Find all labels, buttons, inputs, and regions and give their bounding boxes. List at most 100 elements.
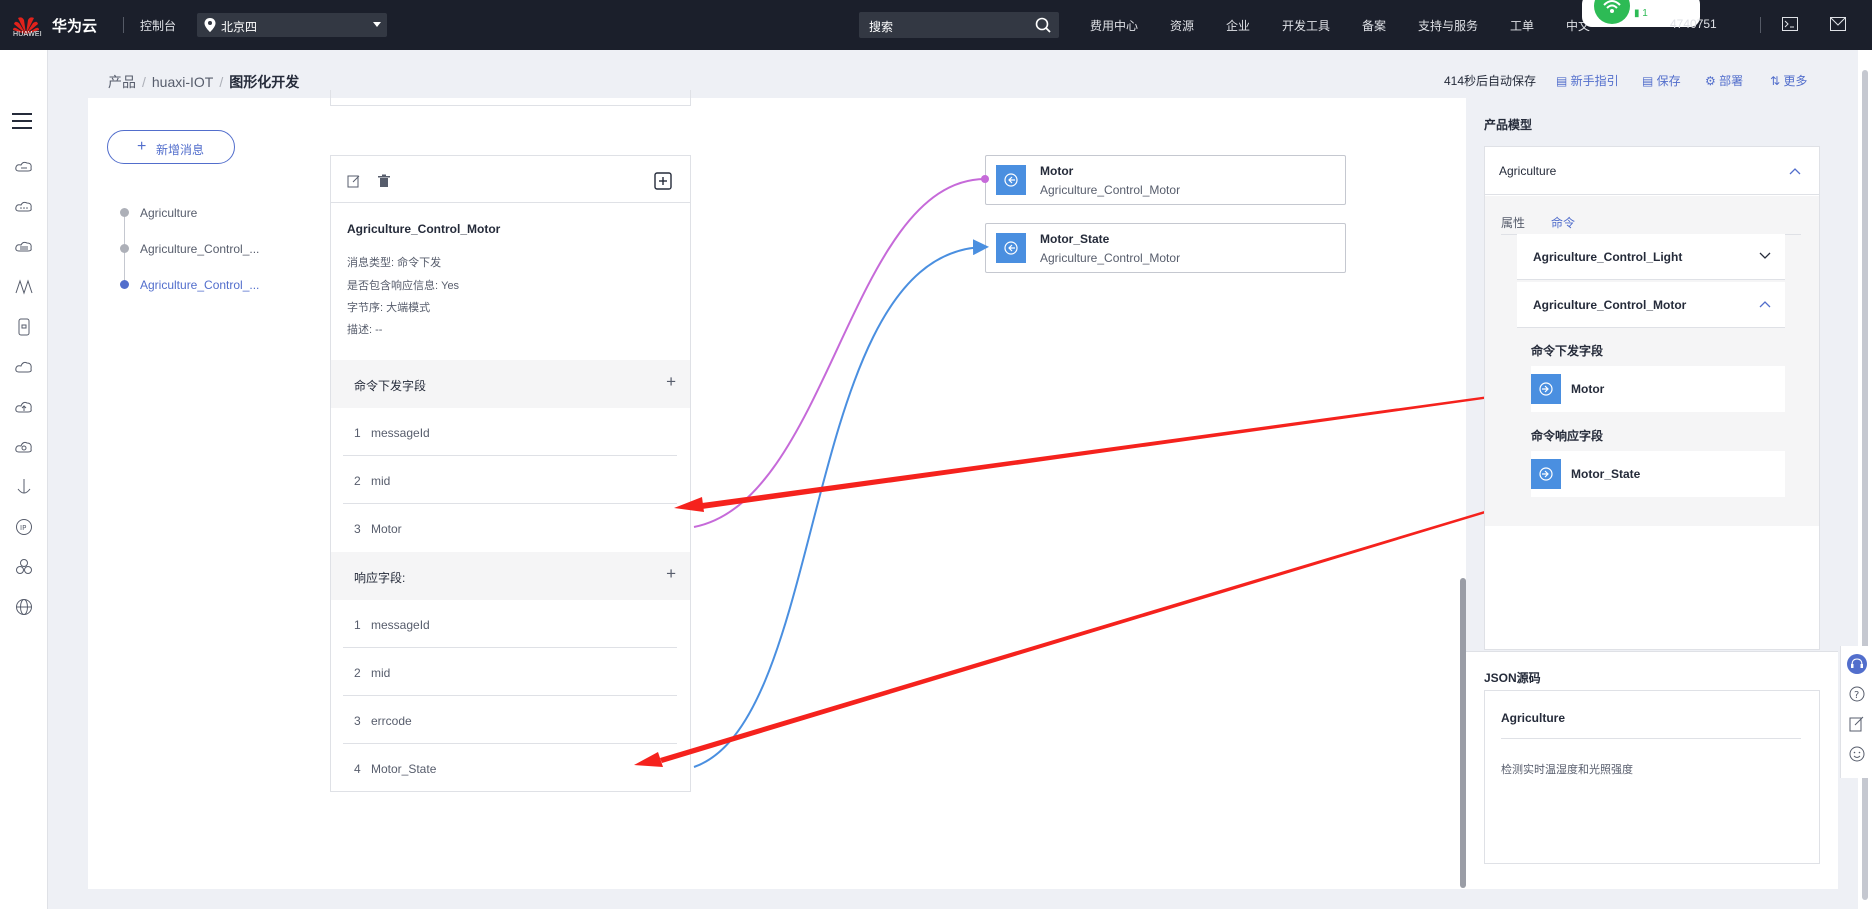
mail-icon[interactable]	[1830, 17, 1846, 31]
anchor-icon[interactable]	[14, 477, 34, 497]
tree-node-dot	[120, 208, 129, 217]
svg-text:?: ?	[1854, 690, 1859, 701]
previous-message-card	[330, 90, 691, 106]
product-model-panel: Agriculture 属性 命令 Agriculture_Control_Li…	[1484, 146, 1820, 650]
nav-enterprise[interactable]: 企业	[1226, 17, 1250, 34]
breadcrumb-current: 图形化开发	[229, 74, 300, 90]
nav-resources[interactable]: 资源	[1170, 17, 1194, 34]
field-link-icon	[1531, 374, 1561, 404]
cloud-server-icon[interactable]	[14, 157, 34, 177]
response-field-row[interactable]: 4 Motor_State	[343, 744, 677, 792]
divider	[1760, 17, 1761, 33]
chevron-down-icon	[373, 22, 381, 27]
message-type: 消息类型: 命令下发	[347, 257, 442, 269]
menu-icon[interactable]	[12, 113, 32, 129]
graphic-dev-canvas	[88, 98, 1466, 889]
cloud-sync-icon[interactable]	[14, 437, 34, 457]
command-field-row[interactable]: 1 messageId	[343, 408, 677, 456]
nav-billing[interactable]: 费用中心	[1090, 17, 1138, 34]
cluster-icon[interactable]	[14, 557, 34, 577]
svg-text:IP: IP	[20, 524, 26, 532]
account-id[interactable]: 4740751	[1670, 17, 1717, 31]
has-response: 是否包含响应信息: Yes	[347, 280, 460, 292]
floating-help-toolbar: ?	[1840, 646, 1872, 778]
description: 描述: --	[347, 324, 383, 336]
feedback-icon[interactable]	[1849, 716, 1865, 732]
command-control-motor[interactable]: Agriculture_Control_Motor	[1517, 282, 1785, 328]
tree-item-control-motor[interactable]: Agriculture_Control_...	[140, 278, 259, 292]
breadcrumb-project[interactable]: huaxi-IOT	[152, 74, 213, 90]
deploy-button[interactable]: ⚙ 部署	[1705, 72, 1743, 89]
breadcrumb: 产品 / huaxi-IOT / 图形化开发	[108, 74, 300, 90]
mapped-node-motor[interactable]: Motor Agriculture_Control_Motor	[985, 155, 1346, 205]
mapped-node-motor-state[interactable]: Motor_State Agriculture_Control_Motor	[985, 223, 1346, 273]
brand-name[interactable]: 华为云	[52, 15, 97, 36]
service-body: 属性 命令 Agriculture_Control_Light Agricult…	[1485, 196, 1819, 526]
location-pin-icon	[204, 18, 216, 32]
command-fields-label: 命令下发字段	[1531, 344, 1604, 358]
tab-properties[interactable]: 属性	[1501, 214, 1525, 231]
nav-support[interactable]: 支持与服务	[1418, 17, 1478, 34]
model-field-motor-state[interactable]: Motor_State	[1531, 451, 1785, 497]
breadcrumb-products[interactable]: 产品	[108, 74, 136, 90]
model-field-motor[interactable]: Motor	[1531, 366, 1785, 412]
search-input[interactable]: 搜索	[859, 12, 1059, 38]
help-icon[interactable]: ?	[1849, 686, 1865, 702]
tree-item-control-light[interactable]: Agriculture_Control_...	[140, 242, 259, 256]
nav-tickets[interactable]: 工单	[1510, 17, 1534, 34]
command-field-row[interactable]: 2 mid	[343, 456, 677, 504]
tab-commands[interactable]: 命令	[1551, 214, 1575, 231]
globe-icon[interactable]	[14, 597, 34, 617]
command-control-light[interactable]: Agriculture_Control_Light	[1517, 234, 1785, 280]
json-source-title: JSON源码	[1484, 671, 1541, 685]
chevron-up-icon	[1759, 301, 1771, 308]
region-selector[interactable]: 北京四	[197, 13, 387, 37]
delete-icon[interactable]	[377, 174, 391, 188]
more-button[interactable]: ⇅ 更多	[1770, 72, 1807, 89]
field-link-icon	[996, 165, 1026, 195]
tree-item-agriculture[interactable]: Agriculture	[140, 206, 197, 220]
page-scrollbar[interactable]	[1858, 50, 1872, 909]
response-fields-label: 命令响应字段	[1531, 429, 1604, 443]
chevron-down-icon	[1759, 252, 1771, 259]
response-field-row[interactable]: 1 messageId	[343, 600, 677, 648]
command-field-row[interactable]: 3 Motor	[343, 504, 677, 552]
divider	[123, 17, 124, 33]
search-icon[interactable]	[1035, 17, 1051, 33]
service-sidebar: IP	[0, 50, 48, 909]
tree-node-dot	[120, 244, 129, 253]
add-response-field-button[interactable]: +	[666, 564, 676, 584]
response-fields-header: 响应字段: +	[331, 552, 690, 600]
save-button[interactable]: ▤ 保存	[1642, 72, 1681, 89]
region-label: 北京四	[221, 20, 258, 34]
add-square-icon[interactable]	[654, 172, 672, 190]
nav-dev-tools[interactable]: 开发工具	[1282, 17, 1330, 34]
cloud-icon[interactable]	[14, 357, 34, 377]
add-command-field-button[interactable]: +	[666, 372, 676, 392]
field-link-icon	[1531, 459, 1561, 489]
message-card: Agriculture_Control_Motor 消息类型: 命令下发 是否包…	[330, 155, 691, 792]
response-field-row[interactable]: 3 errcode	[343, 696, 677, 744]
json-service-name: Agriculture	[1501, 711, 1566, 725]
guide-button[interactable]: ▤ 新手指引	[1556, 72, 1619, 89]
cloud-upload-icon[interactable]	[14, 397, 34, 417]
battery-indicator: ▮ 1	[1634, 8, 1648, 19]
add-message-button[interactable]: + 新增消息	[107, 130, 235, 164]
console-link[interactable]: 控制台	[140, 17, 176, 34]
json-source-panel: JSON源码 Agriculture 检测实时温湿度和光照强度	[1466, 651, 1838, 889]
edit-icon[interactable]	[347, 174, 361, 188]
message-title: Agriculture_Control_Motor	[347, 222, 501, 236]
nav-filing[interactable]: 备案	[1362, 17, 1386, 34]
service-header[interactable]: Agriculture	[1485, 147, 1819, 195]
json-source-box[interactable]: Agriculture 检测实时温湿度和光照强度	[1484, 690, 1820, 864]
response-field-row[interactable]: 2 mid	[343, 648, 677, 696]
cloud-dots-icon[interactable]	[14, 197, 34, 217]
network-icon[interactable]	[14, 277, 34, 297]
headset-icon[interactable]	[1847, 654, 1867, 674]
terminal-icon[interactable]	[1782, 17, 1798, 31]
ip-icon[interactable]: IP	[14, 517, 34, 537]
device-icon[interactable]	[14, 317, 34, 337]
plus-icon: +	[137, 138, 147, 155]
smile-icon[interactable]	[1849, 746, 1865, 762]
cloud-storage-icon[interactable]	[14, 237, 34, 257]
